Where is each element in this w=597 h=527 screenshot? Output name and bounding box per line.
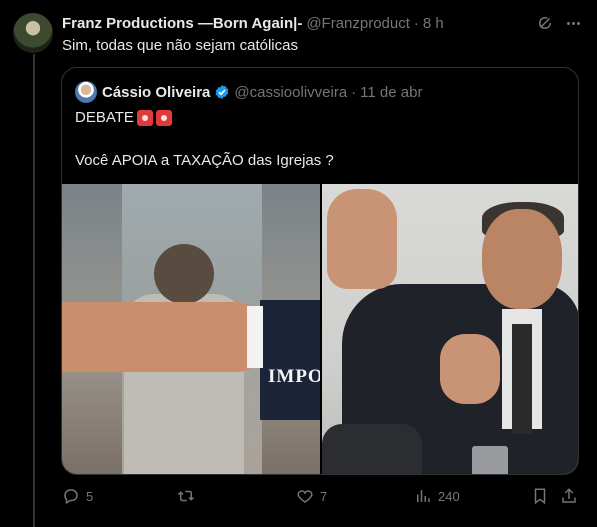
action-bar: 5 7 240 [62,487,582,507]
retweet-button[interactable] [177,487,201,505]
more-options-icon[interactable] [563,13,583,33]
sleeve-text: IMPO [268,366,320,387]
tweet-time[interactable]: 8 h [423,15,444,32]
quote-debate-text: DEBATE [75,109,134,126]
retweet-icon [177,490,195,502]
bookmark-icon [534,488,546,505]
separator-dot: · [413,14,419,32]
heart-icon [297,490,313,503]
reply-count: 5 [86,488,94,504]
like-button[interactable]: 7 [296,487,327,505]
grok-icon[interactable] [536,14,554,32]
views-count: 240 [438,488,460,504]
views-button[interactable]: 240 [414,487,460,505]
quote-author-handle[interactable]: @cassioolivveira [234,84,347,101]
quote-date[interactable]: 11 de abr [360,84,422,101]
reply-button[interactable]: 5 [62,487,93,505]
author-name[interactable]: Franz Productions —Born Again|- [62,15,302,32]
thread-line [33,54,35,527]
media-image-left[interactable]: IMPO [62,184,320,474]
quote-media[interactable]: IMPO [62,184,578,474]
author-handle[interactable]: @Franzproduct [306,15,410,32]
siren-emoji-icon [155,109,172,126]
like-count: 7 [320,488,328,504]
quote-line-2: Você APOIA a TAXAÇÃO das Igrejas ? [75,152,334,169]
tweet-text: Sim, todas que não sejam católicas [62,37,298,54]
quote-separator-dot: · [351,83,357,101]
bookmark-button[interactable] [531,487,549,505]
tweet-header: Franz Productions —Born Again|- @Franzpr… [62,13,572,33]
verified-badge-icon [216,85,229,99]
views-icon [417,490,430,502]
quote-header: Cássio Oliveira @cassioolivveira · 11 de… [102,82,422,102]
share-button[interactable] [560,487,578,505]
quote-author-avatar[interactable] [75,81,97,103]
quote-author-name[interactable]: Cássio Oliveira [102,84,210,101]
author-avatar[interactable] [13,13,53,53]
share-icon [562,488,576,503]
quote-line-1: DEBATE [75,109,172,126]
reply-icon [64,489,78,505]
siren-emoji-icon [136,109,153,126]
media-image-right[interactable] [322,184,578,474]
quoted-tweet[interactable]: Cássio Oliveira @cassioolivveira · 11 de… [61,67,579,475]
